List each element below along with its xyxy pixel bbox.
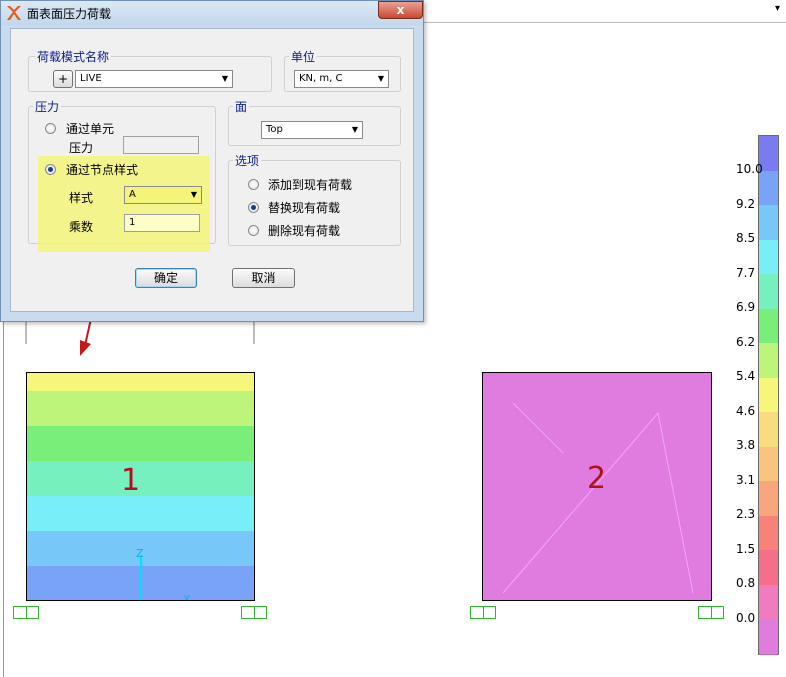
units-group: 单位 KN, m, C ▼: [284, 48, 401, 92]
area-panel-1[interactable]: 1 Z X: [26, 372, 255, 601]
multiplier-label: 乘数: [69, 220, 94, 234]
cancel-button[interactable]: 取消: [232, 268, 295, 288]
element-pressure-input[interactable]: [123, 136, 199, 154]
app-logo-icon: [7, 6, 21, 20]
replace-existing-radio[interactable]: [248, 202, 259, 213]
legend-color-segment: [759, 239, 778, 276]
legend-tick-label: 8.5: [736, 231, 756, 245]
color-legend: [758, 135, 779, 656]
support-icon: [241, 606, 267, 619]
legend-color-segment: [759, 584, 778, 621]
by-element-label: 通过单元: [66, 122, 115, 136]
ok-button[interactable]: 确定: [135, 268, 197, 288]
pressure-label: 压力: [33, 98, 62, 115]
face-label: 面: [233, 98, 250, 115]
close-button[interactable]: x: [378, 1, 423, 19]
legend-tick-label: 6.9: [736, 300, 756, 314]
chevron-down-icon: ▼: [377, 74, 384, 83]
load-pattern-select[interactable]: LIVE ▼: [75, 70, 233, 88]
add-to-existing-radio[interactable]: [248, 179, 259, 190]
dialog-titlebar[interactable]: 面表面压力荷载 x: [1, 1, 423, 25]
support-icon: [698, 606, 724, 619]
by-element-radio[interactable]: [45, 123, 56, 134]
add-to-existing-label: 添加到现有荷载: [268, 178, 353, 192]
legend-color-segment: [759, 274, 778, 311]
legend-tick-label: 4.6: [736, 403, 756, 418]
legend-tick-label: 1.5: [736, 541, 756, 556]
delete-existing-label: 删除现有荷载: [268, 224, 341, 238]
legend-color-segment: [759, 343, 778, 380]
support-icon: [470, 606, 496, 619]
legend-tick-label: 10.0: [736, 162, 763, 176]
dialog-client: 荷载模式名称 + LIVE ▼ 单位 KN, m, C ▼ 压力 通过单元 压力 通…: [10, 28, 414, 312]
legend-color-segment: [759, 481, 778, 518]
legend-tick-label: 6.2: [736, 334, 756, 349]
legend-tick-label: 7.7: [736, 265, 756, 280]
chevron-down-icon: ▼: [221, 74, 228, 83]
legend-color-segment: [759, 377, 778, 414]
delete-existing-radio[interactable]: [248, 225, 259, 236]
by-joint-pattern-label: 通过节点样式: [66, 163, 139, 177]
add-load-pattern-button[interactable]: +: [53, 70, 73, 88]
legend-color-segment: [759, 550, 778, 587]
legend-tick-label: 5.4: [736, 369, 756, 383]
load-pattern-label: 荷载模式名称: [35, 48, 112, 65]
surface-pressure-dialog: 面表面压力荷载 x 荷载模式名称 + LIVE ▼ 单位 KN, m, C ▼ 压力…: [0, 0, 424, 322]
joint-pattern-select[interactable]: A ▼: [124, 186, 202, 204]
local-axes: [140, 555, 142, 600]
units-select[interactable]: KN, m, C ▼: [294, 70, 389, 88]
area-label-2: 2: [587, 461, 607, 496]
legend-color-segment: [759, 205, 778, 242]
legend-color-segment: [759, 515, 778, 552]
area-panel-2[interactable]: 2: [482, 372, 712, 601]
by-joint-pattern-radio[interactable]: [45, 164, 56, 175]
pattern-label: 样式: [69, 191, 94, 205]
dialog-title: 面表面压力荷载: [27, 7, 112, 21]
axis-x-label: X: [183, 593, 191, 601]
legend-tick-label: 3.8: [736, 438, 756, 452]
legend-color-segment: [759, 412, 778, 449]
replace-existing-label: 替换现有荷载: [268, 201, 341, 215]
legend-tick-label: 2.3: [736, 507, 756, 521]
legend-color-segment: [759, 446, 778, 483]
legend-tick-label: 9.2: [736, 196, 756, 211]
legend-tick-label: 0.8: [736, 576, 756, 590]
chevron-down-icon: ▼: [351, 125, 358, 134]
face-select[interactable]: Top ▼: [261, 121, 363, 139]
axis-z-label: Z: [136, 547, 144, 560]
support-icon: [13, 606, 39, 619]
annotation-arrow-head: [80, 340, 91, 356]
multiplier-input[interactable]: 1: [124, 214, 200, 232]
units-label: 单位: [289, 48, 318, 65]
legend-tick-label: 0.0: [736, 610, 756, 625]
chevron-down-icon: ▼: [190, 190, 197, 199]
face-group: 面 Top ▼: [228, 98, 401, 146]
load-pattern-group: 荷载模式名称 + LIVE ▼: [28, 48, 272, 92]
element-pressure-label: 压力: [69, 141, 94, 155]
options-label: 选项: [233, 152, 262, 169]
legend-color-segment: [759, 619, 778, 656]
legend-tick-label: 3.1: [736, 472, 756, 487]
legend-color-segment: [759, 308, 778, 345]
